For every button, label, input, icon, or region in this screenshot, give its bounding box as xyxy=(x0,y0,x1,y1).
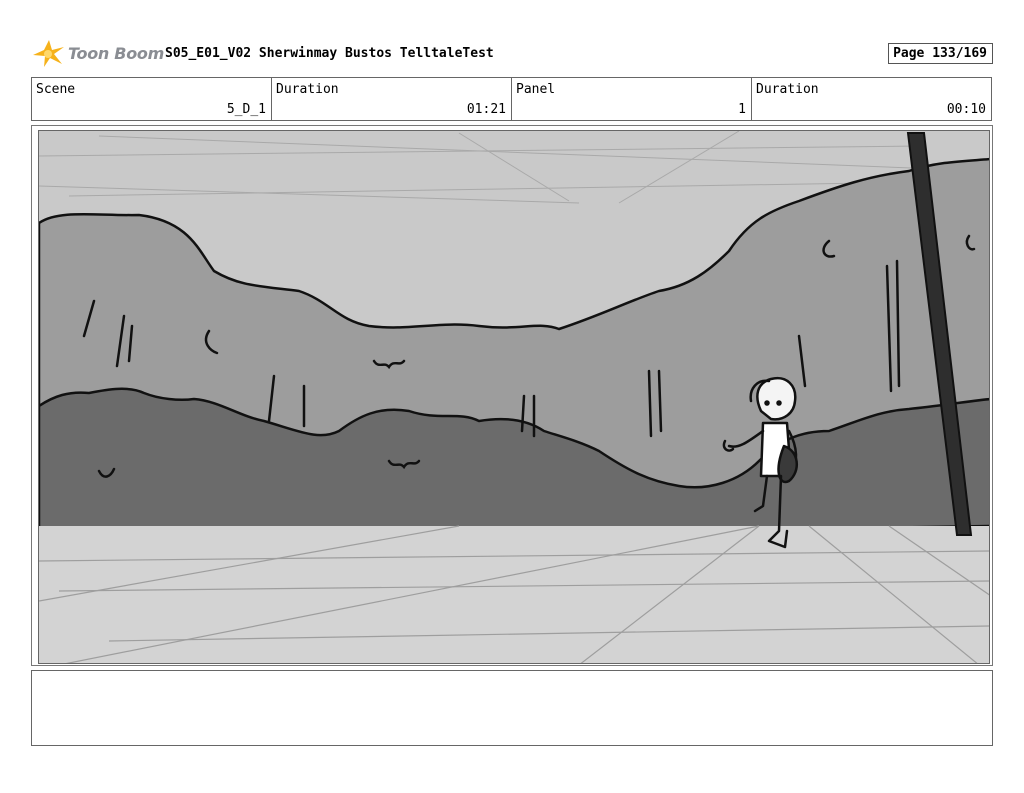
storyboard-sketch xyxy=(39,131,989,663)
panel-duration-value: 00:10 xyxy=(946,102,986,117)
toon-boom-logo: Toon Boom xyxy=(31,38,164,68)
panel-notes-box[interactable] xyxy=(31,670,993,746)
logo-text: Toon Boom xyxy=(68,44,164,63)
panel-drawing xyxy=(38,130,990,664)
panel-value: 1 xyxy=(738,102,746,117)
storyboard-title: S05_E01_V02 Sherwinmay Bustos TelltaleTe… xyxy=(165,46,494,61)
panel-duration-label: Duration xyxy=(756,82,819,97)
starburst-icon xyxy=(33,40,64,67)
panel-duration-cell: Duration 00:10 xyxy=(752,78,991,120)
scene-cell: Scene 5_D_1 xyxy=(32,78,272,120)
scene-duration-value: 01:21 xyxy=(466,102,506,117)
panel-cell: Panel 1 xyxy=(512,78,752,120)
panel-info-table: Scene 5_D_1 Duration 01:21 Panel 1 Durat… xyxy=(31,77,992,121)
scene-label: Scene xyxy=(36,82,76,97)
panel-frame xyxy=(31,125,993,666)
panel-label: Panel xyxy=(516,82,556,97)
ground xyxy=(39,526,989,663)
storyboard-header: Toon Boom S05_E01_V02 Sherwinmay Bustos … xyxy=(31,36,993,72)
page-number: Page 133/169 xyxy=(888,43,993,64)
scene-value: 5_D_1 xyxy=(226,102,266,117)
scene-duration-cell: Duration 01:21 xyxy=(272,78,512,120)
scene-duration-label: Duration xyxy=(276,82,339,97)
